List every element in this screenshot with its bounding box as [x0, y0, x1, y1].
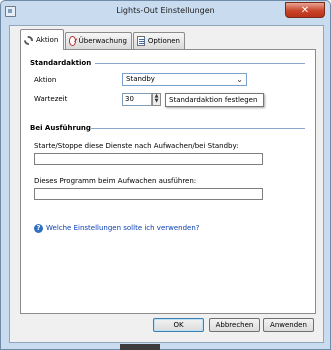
tab-optionen-label: Optionen: [147, 37, 180, 45]
wartezeit-input[interactable]: 30: [122, 93, 152, 106]
section-title-standardaktion: Standardaktion: [30, 59, 92, 67]
program-input[interactable]: [34, 188, 263, 200]
services-input[interactable]: [34, 153, 263, 165]
tab-aktion-label: Aktion: [36, 36, 59, 44]
tooltip: Standardaktion festlegen: [165, 93, 264, 107]
wartezeit-stepper[interactable]: ▲ ▼: [152, 93, 161, 106]
gear-icon: [24, 35, 33, 45]
close-button[interactable]: ✕: [285, 2, 325, 18]
tab-optionen[interactable]: Optionen: [133, 32, 185, 49]
apply-button[interactable]: Anwenden: [263, 318, 314, 332]
taskbar-fragment: [120, 344, 160, 350]
aktion-label: Aktion: [34, 76, 57, 84]
program-label: Dieses Programm beim Aufwachen ausführen…: [34, 177, 197, 185]
ok-button[interactable]: OK: [153, 318, 204, 332]
tab-ueberwachung-label: Überwachung: [78, 37, 127, 45]
chevron-down-icon[interactable]: ⌄: [236, 74, 243, 85]
tab-aktion[interactable]: Aktion: [20, 29, 64, 50]
help-icon[interactable]: ?: [34, 224, 43, 233]
help-link[interactable]: Welche Einstellungen sollte ich verwende…: [46, 224, 200, 232]
section-divider: [91, 128, 305, 129]
services-label: Starte/Stoppe diese Dienste nach Aufwach…: [34, 142, 239, 150]
wartezeit-label: Wartezeit: [34, 95, 68, 103]
aktion-select-value: Standby: [126, 75, 155, 83]
section-title-ausfuehrung: Bei Ausführung: [30, 124, 91, 132]
window-title: Lights-Out Einstellungen: [116, 6, 215, 15]
aktion-select[interactable]: Standby ⌄: [122, 73, 247, 86]
dialog-window: Lights-Out Einstellungen ✕ Aktion Überwa…: [0, 0, 331, 350]
list-icon: [137, 36, 145, 46]
cancel-button[interactable]: Abbrechen: [209, 318, 260, 332]
section-divider: [95, 63, 305, 64]
gauge-icon: [69, 36, 76, 46]
tab-ueberwachung[interactable]: Überwachung: [65, 32, 132, 49]
